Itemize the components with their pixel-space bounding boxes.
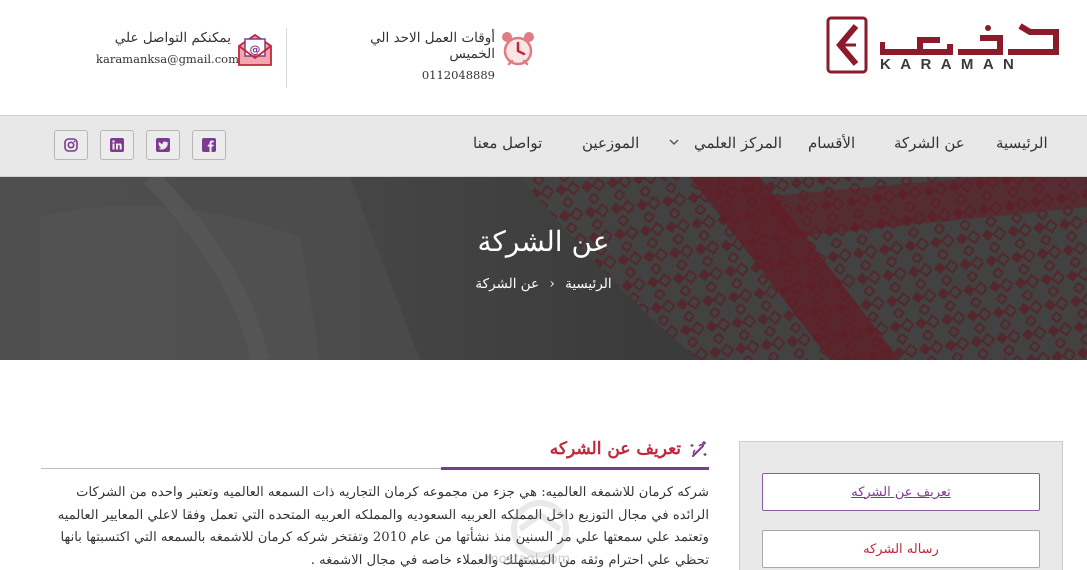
working-hours: أوقات العمل الاحد الي الخميس 0112048889 (360, 30, 495, 82)
section-title: تعريف عن الشركه (549, 439, 681, 459)
breadcrumb-current: عن الشركة (475, 276, 540, 292)
facebook-icon (202, 138, 216, 152)
sidebar-panel: تعريف عن الشركه رساله الشركه (739, 441, 1063, 570)
main-navbar: الرئيسية عن الشركة الأقسام المركز العلمي… (0, 115, 1087, 177)
instagram-icon (64, 138, 78, 152)
alarm-clock-icon (502, 32, 534, 66)
facebook-button[interactable] (192, 130, 226, 160)
twitter-button[interactable] (146, 130, 180, 160)
nav-item-sections[interactable]: الأقسام (808, 134, 855, 152)
contact-email[interactable]: karamanksa@gmail.com (96, 52, 239, 66)
sidebar-message-button[interactable]: رساله الشركه (762, 530, 1040, 568)
section-heading: تعريف عن الشركه (441, 437, 709, 469)
contact-title: يمكنكم التواصل علي (114, 30, 231, 46)
nav-item-contact[interactable]: تواصل معنا (473, 134, 542, 152)
working-hours-title: أوقات العمل الاحد الي الخميس (370, 30, 495, 62)
hero-background-image (0, 177, 1087, 360)
sparkle-link-icon (690, 441, 707, 457)
nav-item-scientific-center[interactable]: المركز العلمي (694, 134, 782, 152)
nav-item-home[interactable]: الرئيسية (996, 134, 1048, 152)
header-divider (286, 28, 287, 88)
logo-english-text: KARAMAN (880, 56, 1024, 73)
sidebar-about-button[interactable]: تعريف عن الشركه (762, 473, 1040, 511)
logo-mark-icon (826, 16, 868, 74)
contact-info: يمكنكم التواصل علي karamanksa@gmail.com (96, 30, 239, 66)
linkedin-button[interactable] (100, 130, 134, 160)
breadcrumb-separator-icon: ‹ (549, 276, 555, 292)
section-title-underline (441, 467, 709, 470)
twitter-icon (156, 138, 170, 152)
karaman-logo[interactable]: KARAMAN (826, 16, 1066, 78)
top-header: KARAMAN أوقات العمل الاحد الي الخميس 011… (0, 0, 1087, 115)
hero-banner: عن الشركة الرئيسية ‹ عن الشركة (0, 177, 1087, 360)
email-envelope-icon: @ (238, 33, 272, 66)
hero-title: عن الشركة (477, 225, 610, 258)
instagram-button[interactable] (54, 130, 88, 160)
breadcrumb-home-link[interactable]: الرئيسية (565, 276, 612, 292)
company-description: شركه كرمان للاشمغه العالميه: هي جزء من م… (57, 485, 709, 568)
breadcrumb: الرئيسية ‹ عن الشركة (0, 276, 1087, 292)
nav-item-distributors[interactable]: الموزعين (582, 134, 639, 152)
phone-number[interactable]: 0112048889 (360, 68, 495, 82)
linkedin-icon (110, 138, 124, 152)
nav-item-about[interactable]: عن الشركة (894, 134, 965, 152)
chevron-down-icon[interactable] (668, 136, 680, 148)
watermark-text: mostaql.com (486, 552, 571, 567)
